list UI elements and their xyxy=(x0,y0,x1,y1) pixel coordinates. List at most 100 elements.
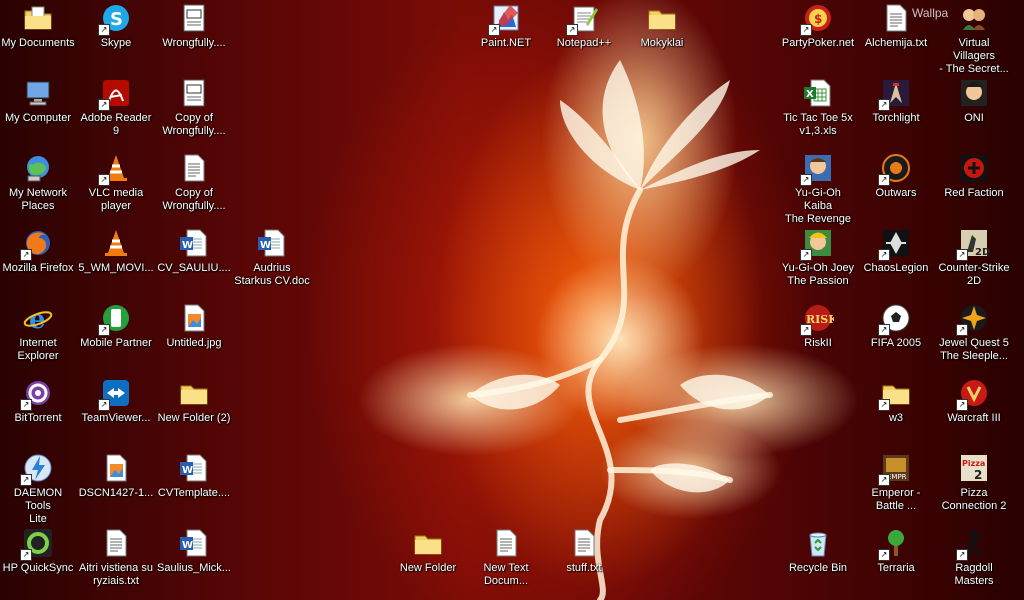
desktop-icon-torchlight[interactable]: ↗ Torchlight xyxy=(858,77,934,125)
image-file-icon xyxy=(100,452,132,484)
desktop-icon-label: Alchemija.txt xyxy=(864,37,928,49)
svg-text:$: $ xyxy=(814,12,822,26)
notepad-icon: ↗ xyxy=(566,2,600,36)
desktop-icon-label: My Network Places xyxy=(8,187,68,212)
svg-text:Pizza: Pizza xyxy=(962,459,985,468)
desktop-icon-mobile-partner[interactable]: ↗ Mobile Partner xyxy=(78,302,154,350)
desktop-icon-mokyklai[interactable]: Mokyklai xyxy=(624,2,700,50)
desktop-icon-emperor[interactable]: EMPR ↗ Emperor - Battle ... xyxy=(858,452,934,513)
desktop-icon-terraria[interactable]: ↗ Terraria xyxy=(858,527,934,575)
risk-icon: RISK ↗ xyxy=(800,302,834,336)
desktop-icon-label: New Folder xyxy=(399,562,457,574)
desktop-icon-mozilla-firefox[interactable]: ↗ Mozilla Firefox xyxy=(0,227,76,275)
document-file-icon xyxy=(178,77,210,109)
desktop-icon-copy-wrongfully-1[interactable]: Copy of Wrongfully.... xyxy=(156,77,232,138)
desktop-icon-w3[interactable]: ↗ w3 xyxy=(858,377,934,425)
network-globe-icon xyxy=(22,152,54,184)
desktop-icon-jewel-quest[interactable]: ↗ Jewel Quest 5 The Sleeple... xyxy=(936,302,1012,363)
desktop-icon-ragdoll-masters[interactable]: ↗ Ragdoll Masters xyxy=(936,527,1012,588)
desktop-icon-label: Notepad++ xyxy=(556,37,612,49)
desktop-icon-label: Mobile Partner xyxy=(80,337,152,349)
desktop-icon-alchemija[interactable]: Alchemija.txt xyxy=(858,2,934,50)
paint-net-icon: ↗ xyxy=(488,2,522,36)
desktop-icon-pizza-connection[interactable]: Pizza 2 Pizza Connection 2 xyxy=(936,452,1012,513)
desktop-icon-skype[interactable]: S ↗ Skype xyxy=(78,2,154,50)
desktop-icon-notepad-pp[interactable]: ↗ Notepad++ xyxy=(546,2,622,50)
desktop-icon-my-documents[interactable]: My Documents xyxy=(0,2,76,50)
desktop-icon-vlc[interactable]: ↗ VLC media player xyxy=(78,152,154,213)
shortcut-arrow-icon: ↗ xyxy=(20,399,32,411)
shortcut-arrow-icon: ↗ xyxy=(878,249,890,261)
desktop-icon-label: Skype xyxy=(100,37,132,49)
svg-text:W: W xyxy=(260,240,271,251)
desktop-icon-label: ChaosLegion xyxy=(863,262,929,274)
shortcut-arrow-icon: ↗ xyxy=(956,324,968,336)
desktop-icon-oni[interactable]: ONI xyxy=(936,77,1012,125)
desktop-icon-recycle-bin[interactable]: Recycle Bin xyxy=(780,527,856,575)
desktop-icon-warcraft-iii[interactable]: ↗ Warcraft III xyxy=(936,377,1012,425)
desktop-icon-adobe-reader[interactable]: ↗ Adobe Reader 9 xyxy=(78,77,154,138)
desktop-icon-label: Aitri vistiena su ryziais.txt xyxy=(79,562,153,587)
text-file-icon xyxy=(178,152,210,184)
desktop-icon-riskii[interactable]: RISK ↗ RiskII xyxy=(780,302,856,350)
desktop-icon-outwars[interactable]: ↗ Outwars xyxy=(858,152,934,200)
vlc-cone-icon: ↗ xyxy=(98,152,132,186)
yugioh-joey-icon: ↗ xyxy=(800,227,834,261)
desktop-icon-my-network-places[interactable]: My Network Places xyxy=(0,152,76,213)
desktop-icon-yugioh-joey[interactable]: ↗ Yu-Gi-Oh Joey The Passion xyxy=(780,227,856,288)
adobe-reader-icon: ↗ xyxy=(98,77,132,111)
desktop-icon-hp-quicksync[interactable]: ↗ HP QuickSync xyxy=(0,527,76,575)
shortcut-arrow-icon: ↗ xyxy=(20,249,32,261)
desktop-icon-5-wm-movie[interactable]: 5_WM_MOVI... xyxy=(78,227,154,275)
desktop-icon-counter-strike-2d[interactable]: 2D ↗ Counter-Strike 2D xyxy=(936,227,1012,288)
word-doc-icon: W xyxy=(178,527,210,559)
desktop-icon-internet-explorer[interactable]: e Internet Explorer xyxy=(0,302,76,363)
shortcut-arrow-icon: ↗ xyxy=(800,324,812,336)
desktop-icon-label: Red Faction xyxy=(944,187,1004,199)
desktop-icon-aitri-vistiena[interactable]: Aitri vistiena su ryziais.txt xyxy=(78,527,154,588)
shortcut-arrow-icon: ↗ xyxy=(878,324,890,336)
desktop-icon-cvtemplate[interactable]: W CVTemplate.... xyxy=(156,452,232,500)
desktop-icon-untitled-jpg[interactable]: Untitled.jpg xyxy=(156,302,232,350)
desktop-icon-label: Copy of Wrongfully.... xyxy=(162,187,226,212)
desktop-icon-label: BitTorrent xyxy=(14,412,62,424)
warcraft-icon: ↗ xyxy=(956,377,990,411)
desktop-icon-copy-wrongfully-2[interactable]: Copy of Wrongfully.... xyxy=(156,152,232,213)
desktop-icon-virtual-villagers[interactable]: Virtual Villagers - The Secret... xyxy=(936,2,1012,76)
word-doc-icon: W xyxy=(256,227,288,259)
desktop-icon-wrongfully-1[interactable]: Wrongfully.... xyxy=(156,2,232,50)
desktop-icon-new-text-doc[interactable]: New Text Docum... xyxy=(468,527,544,588)
desktop-icon-label: w3 xyxy=(888,412,904,424)
poker-chip-icon: $ ↗ xyxy=(800,2,834,36)
computer-icon xyxy=(22,77,54,109)
excel-file-icon: X xyxy=(802,77,834,109)
desktop-icon-cv-sauliu[interactable]: W CV_SAULIU.... xyxy=(156,227,232,275)
desktop-icon-stuff-txt[interactable]: stuff.txt xyxy=(546,527,622,575)
desktop-icon-dscn1427[interactable]: DSCN1427-1... xyxy=(78,452,154,500)
desktop-icon-teamviewer[interactable]: ↗ TeamViewer... xyxy=(78,377,154,425)
desktop-icon-chaoslegion[interactable]: ↗ ChaosLegion xyxy=(858,227,934,275)
shortcut-arrow-icon: ↗ xyxy=(956,249,968,261)
desktop-icon-label: New Folder (2) xyxy=(157,412,231,424)
desktop-icon-daemon-tools[interactable]: ↗ DAEMON Tools Lite xyxy=(0,452,76,526)
desktop-icon-tictactoe[interactable]: X Tic Tac Toe 5x v1,3.xls xyxy=(780,77,856,138)
desktop-icon-fifa-2005[interactable]: ↗ FIFA 2005 xyxy=(858,302,934,350)
desktop-icon-new-folder-2[interactable]: New Folder (2) xyxy=(156,377,232,425)
desktop-icon-label: Virtual Villagers - The Secret... xyxy=(939,37,1009,75)
shortcut-arrow-icon: ↗ xyxy=(878,99,890,111)
desktop-icon-label: FIFA 2005 xyxy=(870,337,922,349)
desktop-icon-saulius-mick[interactable]: W Saulius_Mick... xyxy=(156,527,232,575)
desktop-icon-my-computer[interactable]: My Computer xyxy=(0,77,76,125)
desktop-icon-yugioh-kaiba[interactable]: ↗ Yu-Gi-Oh Kaiba The Revenge xyxy=(780,152,856,226)
desktop-icon-partypoker[interactable]: $ ↗ PartyPoker.net xyxy=(780,2,856,50)
desktop-icon-bittorrent[interactable]: ↗ BitTorrent xyxy=(0,377,76,425)
desktop-icon-label: PartyPoker.net xyxy=(781,37,855,49)
text-file-icon xyxy=(490,527,522,559)
desktop-icon-red-faction[interactable]: Red Faction xyxy=(936,152,1012,200)
desktop-icon-label: VLC media player xyxy=(88,187,144,212)
desktop-icon-new-folder[interactable]: New Folder xyxy=(390,527,466,575)
chaoslegion-icon: ↗ xyxy=(878,227,912,261)
desktop-icon-audrius-cv[interactable]: W Audrius Starkus CV.doc xyxy=(234,227,310,288)
desktop-icon-paint-net[interactable]: ↗ Paint.NET xyxy=(468,2,544,50)
folder-documents-icon xyxy=(22,2,54,34)
